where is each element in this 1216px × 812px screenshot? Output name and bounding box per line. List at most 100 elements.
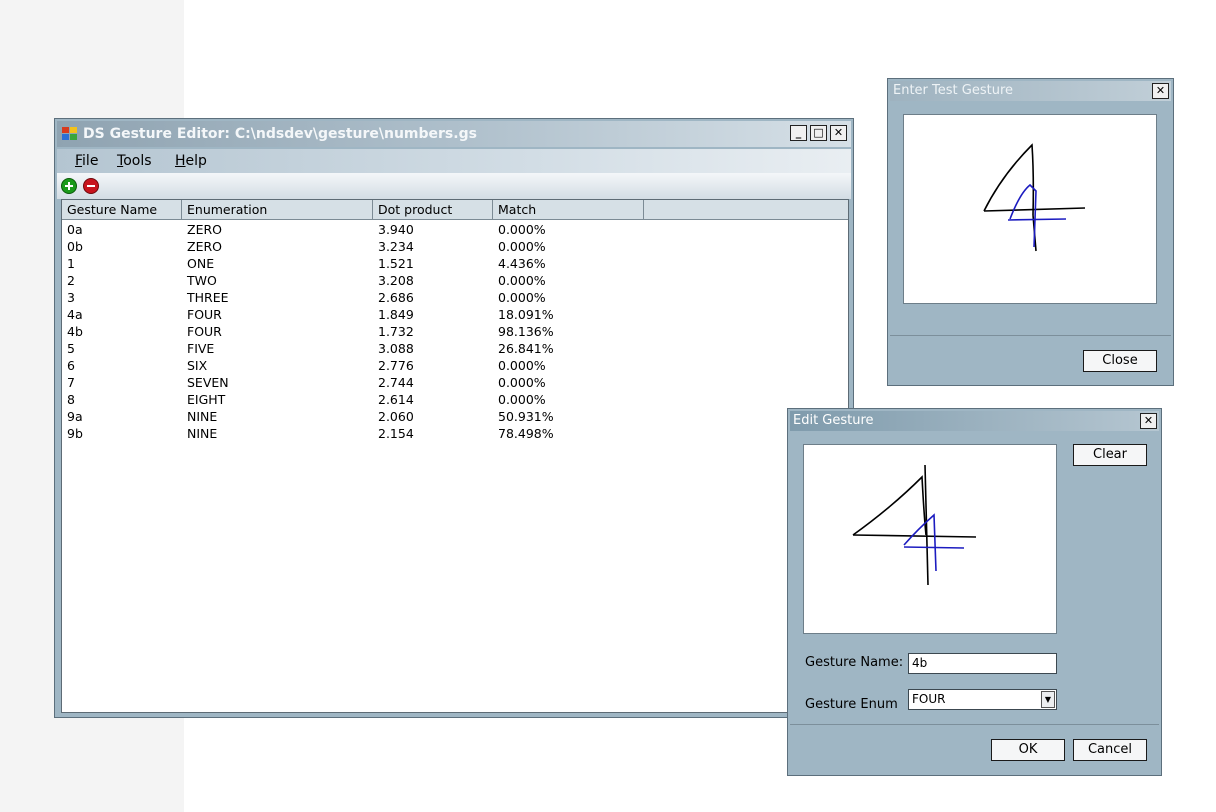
chevron-down-icon[interactable]: ▼ — [1041, 691, 1055, 708]
table-cell: 0a — [67, 222, 83, 237]
table-cell: 6 — [67, 358, 75, 373]
table-cell: 0.000% — [498, 392, 546, 407]
col-gesture-name[interactable]: Gesture Name — [62, 200, 182, 220]
table-cell: ZERO — [187, 222, 222, 237]
table-cell: 9b — [67, 426, 83, 441]
table-cell: SEVEN — [187, 375, 229, 390]
close-button[interactable]: ✕ — [830, 125, 847, 141]
edit-gesture-canvas[interactable] — [803, 444, 1057, 634]
test-gesture-drawing — [983, 143, 1086, 252]
ok-button[interactable]: OK — [991, 739, 1065, 761]
cancel-button[interactable]: Cancel — [1073, 739, 1147, 761]
menubar: File Tools Help — [57, 149, 851, 173]
table-cell: 4b — [67, 324, 83, 339]
table-cell: 2.776 — [378, 358, 414, 373]
edit-gesture-drawing — [852, 464, 977, 586]
table-cell: 3.088 — [378, 341, 414, 356]
col-dot-product[interactable]: Dot product — [373, 200, 493, 220]
test-titlebar[interactable]: Enter Test Gesture — [890, 81, 1171, 101]
edit-separator — [790, 724, 1159, 725]
table-cell: 4.436% — [498, 256, 546, 271]
test-close-x-button[interactable]: ✕ — [1152, 83, 1169, 99]
gesture-list[interactable]: Gesture Name Enumeration Dot product Mat… — [61, 199, 849, 713]
table-cell: 0.000% — [498, 375, 546, 390]
edit-close-x-button[interactable]: ✕ — [1140, 413, 1157, 429]
col-match[interactable]: Match — [493, 200, 644, 220]
menu-file-label: ile — [82, 153, 99, 169]
table-cell: 5 — [67, 341, 75, 356]
test-separator — [890, 335, 1171, 336]
test-gesture-canvas[interactable] — [903, 114, 1157, 304]
menu-help-label: elp — [185, 153, 207, 169]
test-title: Enter Test Gesture — [893, 83, 1013, 98]
menu-help[interactable]: Help — [175, 153, 207, 169]
main-titlebar[interactable]: DS Gesture Editor: C:\ndsdev\gesture\num… — [57, 121, 851, 147]
table-cell: 3.940 — [378, 222, 414, 237]
table-cell: 78.498% — [498, 426, 554, 441]
gesture-name-label: Gesture Name: — [805, 655, 904, 670]
table-cell: 0.000% — [498, 239, 546, 254]
table-cell: 3 — [67, 290, 75, 305]
main-title: DS Gesture Editor: C:\ndsdev\gesture\num… — [83, 126, 477, 142]
table-cell: FOUR — [187, 307, 222, 322]
main-window: DS Gesture Editor: C:\ndsdev\gesture\num… — [54, 118, 854, 718]
table-cell: EIGHT — [187, 392, 226, 407]
table-cell: FIVE — [187, 341, 215, 356]
table-cell: 1 — [67, 256, 75, 271]
edit-gesture-window: Edit Gesture ✕ Clear Gesture Name: 4b Ge… — [787, 408, 1162, 776]
table-cell: 2.614 — [378, 392, 414, 407]
table-cell: 26.841% — [498, 341, 554, 356]
test-close-button[interactable]: Close — [1083, 350, 1157, 372]
table-cell: 3.234 — [378, 239, 414, 254]
gesture-enum-value: FOUR — [912, 692, 946, 706]
table-cell: 0.000% — [498, 290, 546, 305]
table-cell: 2.744 — [378, 375, 414, 390]
table-cell: NINE — [187, 426, 218, 441]
test-gesture-window: Enter Test Gesture ✕ Close — [887, 78, 1174, 386]
menu-tools-label: ools — [123, 153, 152, 169]
edit-titlebar[interactable]: Edit Gesture — [790, 411, 1159, 431]
table-cell: 0.000% — [498, 222, 546, 237]
menu-tools[interactable]: Tools — [117, 153, 152, 169]
table-cell: ZERO — [187, 239, 222, 254]
table-cell: 18.091% — [498, 307, 554, 322]
table-cell: 98.136% — [498, 324, 554, 339]
table-cell: THREE — [187, 290, 229, 305]
minimize-button[interactable]: _ — [790, 125, 807, 141]
edit-title: Edit Gesture — [793, 413, 874, 428]
gesture-enum-label: Gesture Enum — [805, 697, 898, 712]
table-cell: SIX — [187, 358, 208, 373]
table-cell: 0b — [67, 239, 83, 254]
table-cell: FOUR — [187, 324, 222, 339]
table-cell: 1.849 — [378, 307, 414, 322]
table-cell: 2.060 — [378, 409, 414, 424]
table-cell: ONE — [187, 256, 215, 271]
toolbar — [57, 173, 851, 199]
table-cell: 3.208 — [378, 273, 414, 288]
table-cell: 9a — [67, 409, 83, 424]
plus-circle-icon[interactable] — [61, 178, 77, 194]
table-cell: 1.732 — [378, 324, 414, 339]
list-header: Gesture Name Enumeration Dot product Mat… — [62, 200, 848, 220]
table-cell: TWO — [187, 273, 217, 288]
table-cell: 8 — [67, 392, 75, 407]
table-cell: 4a — [67, 307, 83, 322]
col-enumeration[interactable]: Enumeration — [182, 200, 373, 220]
table-cell: 7 — [67, 375, 75, 390]
table-cell: 2.154 — [378, 426, 414, 441]
table-cell: 1.521 — [378, 256, 414, 271]
table-cell: 0.000% — [498, 358, 546, 373]
gesture-name-input[interactable]: 4b — [908, 653, 1057, 674]
table-cell: 50.931% — [498, 409, 554, 424]
maximize-button[interactable]: □ — [810, 125, 827, 141]
table-cell: 2 — [67, 273, 75, 288]
clear-button[interactable]: Clear — [1073, 444, 1147, 466]
menu-file-mnemonic: F — [75, 153, 83, 169]
minus-circle-icon[interactable] — [83, 178, 99, 194]
table-cell: 0.000% — [498, 273, 546, 288]
table-cell: NINE — [187, 409, 218, 424]
gesture-enum-select[interactable]: FOUR ▼ — [908, 689, 1057, 710]
menu-help-mnemonic: H — [175, 153, 186, 169]
menu-file[interactable]: File — [75, 153, 98, 169]
app-icon — [62, 127, 78, 141]
